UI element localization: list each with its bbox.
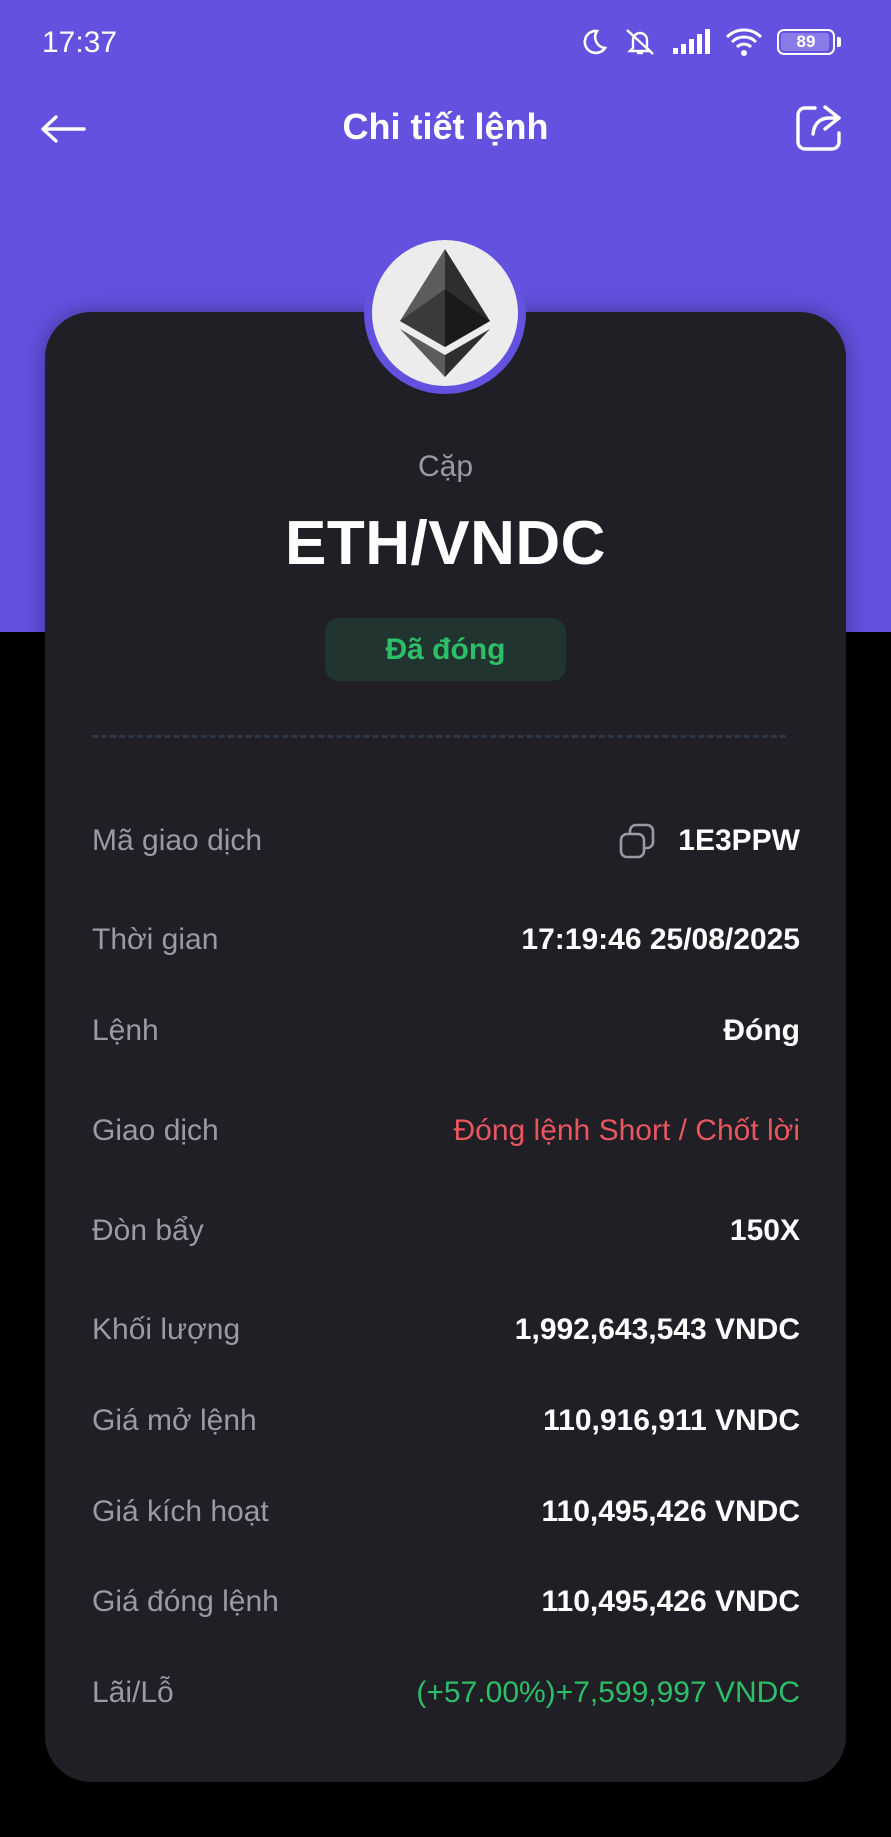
copy-icon xyxy=(619,823,655,859)
detail-row-close-price: Giá đóng lệnh 110,495,426 VNDC xyxy=(92,1577,800,1627)
detail-value: 110,495,426 VNDC xyxy=(541,1495,800,1528)
detail-row-volume: Khối lượng 1,992,643,543 VNDC xyxy=(92,1305,800,1355)
detail-row-transaction-id: Mã giao dịch 1E3PPW xyxy=(92,816,800,866)
signal-icon xyxy=(671,28,711,56)
detail-row-order: Lệnh Đóng xyxy=(92,1006,800,1056)
share-button[interactable] xyxy=(791,100,847,156)
detail-label: Giá mở lệnh xyxy=(92,1404,257,1437)
detail-row-open-price: Giá mở lệnh 110,916,911 VNDC xyxy=(92,1396,800,1446)
detail-label: Giá kích hoạt xyxy=(92,1495,269,1528)
detail-value: Đóng lệnh Short / Chốt lời xyxy=(453,1114,800,1147)
coin-logo xyxy=(364,232,526,394)
nav-bar: Chi tiết lệnh xyxy=(0,90,891,166)
detail-value: (+57.00%)+7,599,997 VNDC xyxy=(416,1676,800,1709)
status-bar: 17:37 89 xyxy=(0,0,891,90)
detail-value: 1E3PPW xyxy=(678,824,800,857)
detail-label: Thời gian xyxy=(92,923,219,956)
page-title: Chi tiết lệnh xyxy=(342,106,549,147)
silent-bell-icon xyxy=(623,26,657,58)
detail-value: Đóng xyxy=(723,1014,800,1047)
do-not-disturb-moon-icon xyxy=(579,27,609,57)
status-time: 17:37 xyxy=(42,26,118,59)
detail-row-leverage: Đòn bẩy 150X xyxy=(92,1206,800,1256)
dashed-divider xyxy=(92,735,786,738)
detail-label: Giao dịch xyxy=(92,1114,219,1147)
detail-row-profit-loss: Lãi/Lỗ (+57.00%)+7,599,997 VNDC xyxy=(92,1668,800,1718)
detail-label: Giá đóng lệnh xyxy=(92,1585,279,1618)
share-icon xyxy=(796,105,841,151)
detail-label: Đòn bẩy xyxy=(92,1214,204,1247)
pair-label: Cặp xyxy=(417,450,474,483)
ethereum-icon xyxy=(400,249,490,377)
detail-label: Lệnh xyxy=(92,1014,159,1047)
wifi-icon xyxy=(725,27,763,57)
detail-value: 110,495,426 VNDC xyxy=(541,1585,800,1618)
detail-value: 17:19:46 25/08/2025 xyxy=(521,923,800,956)
detail-label: Mã giao dịch xyxy=(92,824,263,857)
detail-value: 110,916,911 VNDC xyxy=(543,1404,800,1437)
battery-indicator: 89 xyxy=(777,29,841,55)
detail-label: Lãi/Lỗ xyxy=(92,1676,174,1709)
detail-value: 1,992,643,543 VNDC xyxy=(514,1313,800,1346)
detail-row-trade: Giao dịch Đóng lệnh Short / Chốt lời xyxy=(92,1106,800,1156)
status-icons: 89 xyxy=(579,26,841,58)
battery-icon: 89 xyxy=(777,29,835,55)
status-badge: Đã đóng xyxy=(325,618,566,681)
detail-row-time: Thời gian 17:19:46 25/08/2025 xyxy=(92,915,800,965)
detail-label: Khối lượng xyxy=(92,1313,241,1346)
detail-row-trigger-price: Giá kích hoạt 110,495,426 VNDC xyxy=(92,1487,800,1537)
detail-value-group: 1E3PPW xyxy=(618,822,800,860)
copy-button[interactable] xyxy=(618,822,656,860)
detail-value: 150X xyxy=(729,1214,800,1247)
battery-level: 89 xyxy=(796,32,816,51)
pair-value: ETH/VNDC xyxy=(285,509,606,578)
